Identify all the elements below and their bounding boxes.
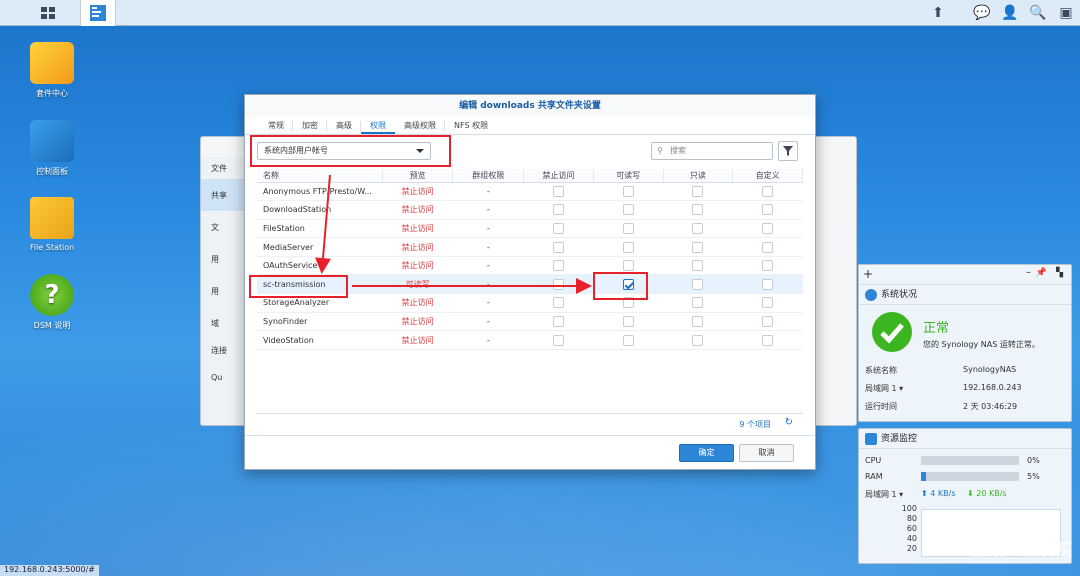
lan-label[interactable]: 局域网 1 ▾: [865, 383, 903, 394]
add-widget-icon[interactable]: +: [863, 267, 873, 281]
cpu-value: 0%: [1027, 456, 1040, 465]
upload-arrow-icon: ⬆: [921, 489, 928, 498]
chart-tick-label: 20: [906, 544, 917, 553]
widget-menu-icon[interactable]: ▚: [1056, 268, 1063, 278]
ram-label: RAM: [865, 472, 883, 481]
download-rate-value: 20 KB/s: [976, 489, 1007, 498]
widget-toolbar: + – 📌 ▚: [859, 265, 1071, 285]
widget-title: 系统状况: [881, 290, 918, 300]
widget-header: 资源监控: [859, 429, 1071, 449]
ram-value: 5%: [1027, 472, 1040, 481]
upload-rate: ⬆ 4 KB/s: [921, 489, 955, 498]
check-circle-icon: [872, 312, 912, 352]
system-health-widget: + – 📌 ▚ 系统状况 正常 您的 Synology NAS 运转正常。 系统…: [858, 264, 1072, 422]
status-text: 正常: [923, 321, 950, 336]
info-icon: [865, 289, 877, 301]
ram-bar: [921, 472, 1019, 481]
chart-ticks: 100 80 60 40 20: [889, 504, 917, 554]
widget-title: 资源监控: [881, 434, 918, 444]
chart-tick-label: 80: [906, 514, 917, 523]
widget-header: 系统状况: [859, 285, 1071, 305]
ram-bar-fill: [921, 472, 926, 481]
monitor-icon: [865, 433, 877, 445]
status-description: 您的 Synology NAS 运转正常。: [923, 340, 1040, 349]
upload-rate-value: 4 KB/s: [930, 489, 956, 498]
uptime-value: 2 天 03:46:29: [963, 402, 1018, 411]
download-arrow-icon: ⬇: [967, 489, 974, 498]
chart-tick-label: 40: [906, 534, 917, 543]
system-name-label: 系统名称: [865, 366, 897, 375]
minimize-icon[interactable]: –: [1026, 267, 1031, 278]
chart-tick-label: 60: [906, 524, 917, 533]
status-url: 192.168.0.243:5000/#: [0, 565, 99, 576]
chart-tick-label: 100: [901, 504, 917, 513]
uptime-label: 运行时间: [865, 402, 897, 411]
ip-value: 192.168.0.243: [963, 383, 1022, 392]
cpu-bar: [921, 456, 1019, 465]
lan-select[interactable]: 局域网 1 ▾: [865, 489, 903, 500]
system-name-value: SynologyNAS: [963, 365, 1017, 374]
cpu-label: CPU: [865, 456, 882, 465]
download-rate: ⬇ 20 KB/s: [967, 489, 1007, 498]
watermark: 值 什么值得买: [970, 540, 1072, 559]
pin-icon[interactable]: 📌: [1036, 268, 1047, 278]
